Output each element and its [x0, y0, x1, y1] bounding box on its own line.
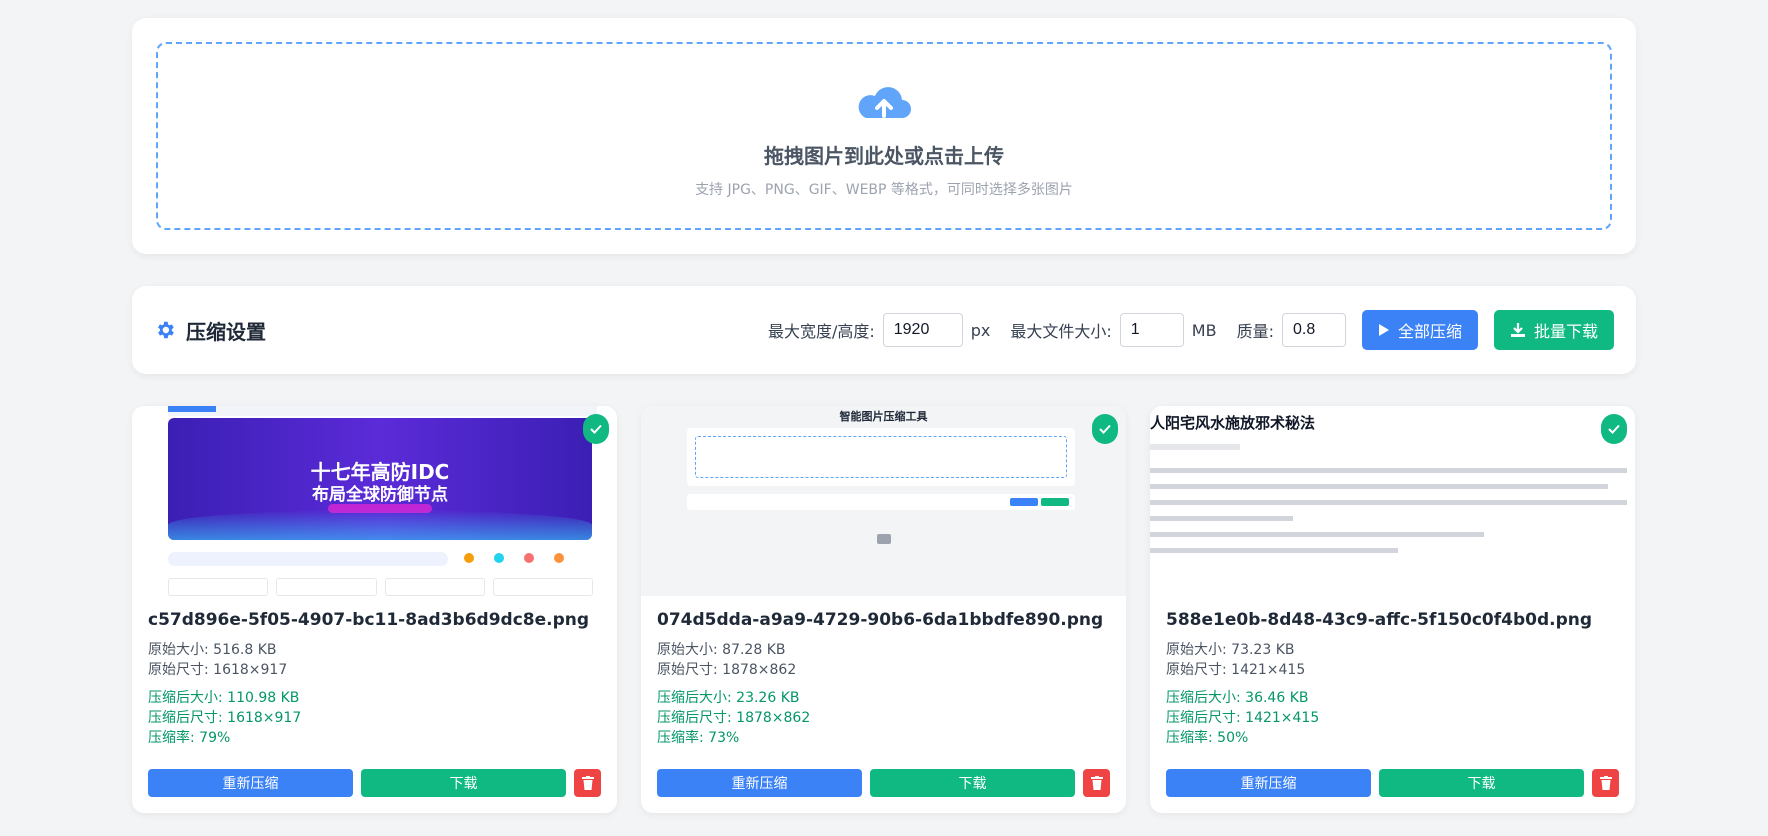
image-thumbnail[interactable]: 智能图片压缩工具: [641, 406, 1126, 596]
image-card-list: 十七年高防IDC 布局全球防御节点 c57d896e-5f05-4907-bc1…: [132, 406, 1636, 813]
card-actions: 重新压缩 下载: [148, 769, 601, 797]
upload-hint: 支持 JPG、PNG、GIF、WEBP 等格式，可同时选择多张图片: [695, 181, 1073, 198]
thumb-grid: [168, 578, 593, 596]
max-size-input[interactable]: [1119, 313, 1184, 347]
thumb-dot: [464, 553, 474, 563]
image-thumbnail[interactable]: 人阳宅风水施放邪术秘法: [1150, 406, 1635, 596]
compress-all-label: 全部压缩: [1397, 322, 1462, 341]
compressed-size: 压缩后大小: 110.98 KB: [148, 690, 300, 706]
check-icon: [1092, 414, 1118, 444]
download-button[interactable]: 下载: [1379, 769, 1584, 797]
original-size: 原始大小: 87.28 KB: [657, 642, 786, 658]
thumb-button: [1041, 498, 1069, 506]
compressed-size: 压缩后大小: 36.46 KB: [1166, 690, 1309, 706]
delete-button[interactable]: [574, 769, 601, 797]
thumb-text-lines: [1150, 468, 1627, 564]
quality-input[interactable]: [1281, 313, 1346, 347]
thumb-title: 人阳宅风水施放邪术秘法: [1150, 414, 1316, 432]
batch-download-label: 批量下载: [1533, 322, 1598, 341]
thumb-image-icon: [877, 534, 891, 544]
delete-button[interactable]: [1083, 769, 1110, 797]
original-dimensions: 原始尺寸: 1421×415: [1166, 662, 1306, 678]
compression-ratio: 压缩率: 79%: [148, 730, 231, 746]
compression-ratio: 压缩率: 73%: [657, 730, 740, 746]
download-button[interactable]: 下载: [361, 769, 566, 797]
image-card: 十七年高防IDC 布局全球防御节点 c57d896e-5f05-4907-bc1…: [132, 406, 617, 813]
thumb-title: 智能图片压缩工具: [839, 410, 928, 423]
compressed-dimensions: 压缩后尺寸: 1618×917: [148, 710, 302, 726]
compressed-dimensions: 压缩后尺寸: 1878×862: [657, 710, 811, 726]
thumb-dropzone: [695, 436, 1067, 478]
card-actions: 重新压缩 下载: [657, 769, 1110, 797]
download-icon: [1510, 323, 1525, 337]
settings-title: 压缩设置: [154, 316, 266, 345]
settings-title-label: 压缩设置: [186, 319, 266, 344]
recompress-button[interactable]: 重新压缩: [1166, 769, 1371, 797]
download-button[interactable]: 下载: [870, 769, 1075, 797]
gear-icon: [158, 321, 174, 339]
original-size: 原始大小: 73.23 KB: [1166, 642, 1295, 658]
thumb-settings-bar: [687, 494, 1075, 510]
file-name: 588e1e0b-8d48-43c9-affc-5f150c0f4b0d.png: [1166, 610, 1593, 630]
compression-ratio: 压缩率: 50%: [1166, 730, 1249, 746]
thumb-subheading: 布局全球防御节点: [312, 485, 448, 505]
thumb-upload-panel: [687, 428, 1075, 486]
file-name: c57d896e-5f05-4907-bc11-8ad3b6d9dc8e.png: [148, 610, 590, 630]
cloud-upload-icon: [858, 86, 911, 118]
recompress-button[interactable]: 重新压缩: [148, 769, 353, 797]
max-size-unit: MB: [1191, 320, 1217, 340]
thumb-logo: [168, 406, 216, 412]
compressed-size: 压缩后大小: 23.26 KB: [657, 690, 800, 706]
thumb-search: [168, 552, 448, 566]
trash-icon: [1090, 776, 1103, 790]
upload-dropzone[interactable]: 拖拽图片到此处或点击上传 支持 JPG、PNG、GIF、WEBP 等格式，可同时…: [156, 42, 1612, 230]
thumb-wave: [168, 510, 592, 540]
thumb-navbar: [168, 406, 597, 416]
max-dimension-label: 最大宽度/高度:: [767, 322, 875, 341]
image-card: 智能图片压缩工具 074d5dda-a9a9-4729-90b6-6da1bbd…: [641, 406, 1126, 813]
card-actions: 重新压缩 下载: [1166, 769, 1619, 797]
delete-button[interactable]: [1592, 769, 1619, 797]
thumb-dot: [494, 553, 504, 563]
image-info: c57d896e-5f05-4907-bc11-8ad3b6d9dc8e.png…: [132, 596, 617, 748]
upload-card: 拖拽图片到此处或点击上传 支持 JPG、PNG、GIF、WEBP 等格式，可同时…: [132, 18, 1636, 254]
compress-all-button[interactable]: 全部压缩: [1361, 310, 1478, 350]
image-info: 588e1e0b-8d48-43c9-affc-5f150c0f4b0d.png…: [1150, 596, 1635, 748]
thumb-dot: [524, 553, 534, 563]
check-icon: [1601, 414, 1627, 444]
quality-label: 质量:: [1236, 322, 1274, 341]
thumb-meta: [1150, 444, 1240, 450]
max-dimension-unit: px: [970, 320, 991, 340]
trash-icon: [581, 776, 594, 790]
max-dimension-input[interactable]: [882, 313, 963, 347]
image-thumbnail[interactable]: 十七年高防IDC 布局全球防御节点: [132, 406, 617, 596]
compressed-dimensions: 压缩后尺寸: 1421×415: [1166, 710, 1320, 726]
original-dimensions: 原始尺寸: 1618×917: [148, 662, 288, 678]
image-info: 074d5dda-a9a9-4729-90b6-6da1bbdfe890.png…: [641, 596, 1126, 748]
image-card: 人阳宅风水施放邪术秘法 588e1e0b-8d48-43c9-affc-5f15…: [1150, 406, 1635, 813]
original-dimensions: 原始尺寸: 1878×862: [657, 662, 797, 678]
original-size: 原始大小: 516.8 KB: [148, 642, 277, 658]
play-icon: [1378, 324, 1389, 336]
recompress-button[interactable]: 重新压缩: [657, 769, 862, 797]
batch-download-button[interactable]: 批量下载: [1493, 310, 1614, 350]
settings-controls: 最大宽度/高度: px 最大文件大小: MB 质量: 全部压缩 批量下载: [768, 310, 1614, 350]
thumb-button: [1010, 498, 1038, 506]
thumb-banner: 十七年高防IDC 布局全球防御节点: [168, 418, 592, 540]
max-size-label: 最大文件大小:: [1010, 322, 1112, 341]
file-name: 074d5dda-a9a9-4729-90b6-6da1bbdfe890.png: [657, 610, 1104, 630]
upload-title: 拖拽图片到此处或点击上传: [764, 143, 1004, 168]
check-icon: [583, 414, 609, 444]
thumb-dot: [554, 553, 564, 563]
settings-bar: 压缩设置 最大宽度/高度: px 最大文件大小: MB 质量: 全部压缩 批量下…: [132, 286, 1636, 374]
trash-icon: [1599, 776, 1612, 790]
